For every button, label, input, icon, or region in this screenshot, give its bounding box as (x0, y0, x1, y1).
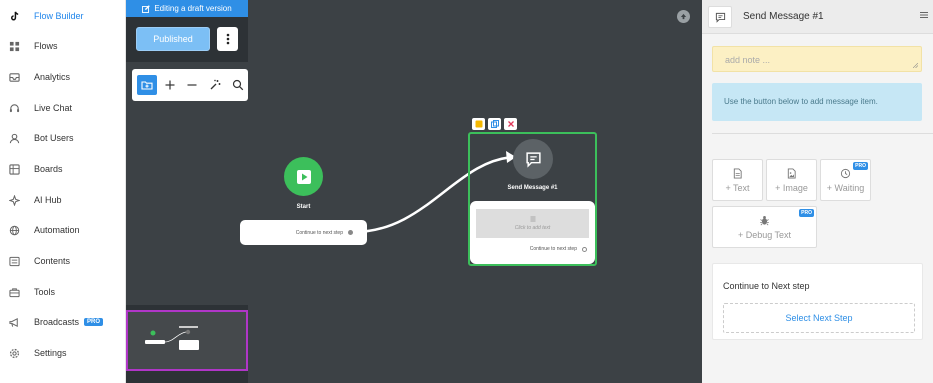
sidebar-item-boards[interactable]: Boards (0, 158, 126, 180)
toolbox-icon (8, 286, 20, 298)
play-icon (296, 169, 311, 184)
sidebar-item-label: Broadcasts (34, 317, 80, 327)
chat-bubble-icon (525, 151, 541, 168)
sidebar-item-live-chat[interactable]: Live Chat (0, 97, 126, 119)
message-node-card: Click to add text Continue to next step (470, 201, 595, 264)
headset-icon (8, 102, 20, 114)
sidebar-item-broadcasts[interactable]: Broadcasts PRO (0, 311, 126, 333)
document-icon (733, 167, 742, 179)
bug-icon (760, 215, 769, 225)
minimap-preview (145, 326, 199, 350)
message-node-title: Send Message #1 (507, 185, 558, 191)
message-continue-label: Continue to next step (529, 246, 577, 252)
sidebar-item-label: Tools (34, 287, 56, 297)
chat-bubble-icon (715, 12, 725, 23)
user-icon (8, 132, 20, 144)
close-icon (507, 121, 514, 127)
minimap-viewport[interactable] (126, 310, 248, 371)
duplicate-node-button[interactable] (488, 118, 501, 130)
divider (712, 133, 933, 134)
sidebar-item-label: Analytics (34, 72, 71, 82)
ai-hub-icon (8, 194, 20, 206)
highlight-node-button[interactable] (472, 118, 485, 130)
next-step-section: Continue to Next step Select Next Step (712, 263, 923, 340)
grid-icon (8, 40, 20, 52)
sidebar-item-label: Flows (34, 41, 58, 51)
add-image-button[interactable]: + Image (766, 159, 817, 201)
pro-badge: PRO (799, 209, 814, 217)
add-waiting-label: + Waiting (826, 182, 865, 193)
sidebar-item-ai-hub[interactable]: AI Hub (0, 189, 126, 211)
gear-icon (8, 347, 20, 359)
message-node-icon (513, 139, 553, 179)
note-placeholder: add note ... (725, 55, 771, 65)
sidebar-item-flow-builder[interactable]: Flow Builder (0, 5, 126, 27)
add-image-label: + Image (775, 182, 808, 193)
add-waiting-button[interactable]: PRO + Waiting (820, 159, 871, 201)
tiktok-icon (8, 10, 20, 22)
inbox-icon (8, 71, 20, 83)
sidebar-item-label: Flow Builder (34, 11, 84, 21)
sidebar-item-label: Contents (34, 256, 71, 266)
output-port[interactable] (348, 230, 353, 235)
pro-badge: PRO (84, 318, 104, 326)
sidebar-item-analytics[interactable]: Analytics (0, 66, 126, 88)
hamburger-icon (920, 12, 928, 18)
note-field[interactable]: add note ... (712, 46, 922, 72)
message-continue-row[interactable]: Continue to next step (530, 246, 587, 252)
start-continue-card[interactable]: Continue to next step (240, 220, 367, 245)
sidebar-item-label: Settings (34, 348, 67, 358)
board-icon (8, 163, 20, 175)
message-type-icon-box (708, 6, 732, 28)
add-debug-text-label: + Debug Text (737, 229, 792, 240)
message-text-item[interactable]: Click to add text (476, 209, 589, 238)
panel-title: Send Message #1 (743, 11, 824, 22)
sidebar-item-label: Automation (34, 225, 80, 235)
output-port[interactable] (582, 246, 587, 252)
panel-header: Send Message #1 (702, 0, 933, 34)
sidebar-item-flows[interactable]: Flows (0, 35, 126, 57)
sidebar-item-tools[interactable]: Tools (0, 281, 126, 303)
sidebar: Flow Builder Flows Analytics Live Chat B… (0, 0, 126, 383)
minimap[interactable] (126, 305, 248, 383)
clock-icon (840, 168, 851, 178)
select-next-step-button[interactable]: Select Next Step (723, 303, 915, 333)
megaphone-icon (8, 316, 20, 328)
highlight-icon (475, 120, 482, 128)
copy-icon (490, 120, 499, 128)
sidebar-item-label: Boards (34, 164, 63, 174)
resize-handle-icon[interactable] (913, 63, 918, 68)
start-label: Start (296, 204, 311, 210)
add-debug-text-button[interactable]: PRO + Debug Text (712, 206, 817, 248)
start-node[interactable] (284, 157, 323, 196)
message-text-placeholder: Click to add text (514, 225, 551, 231)
sidebar-item-contents[interactable]: Contents (0, 250, 126, 272)
image-icon (787, 167, 796, 179)
sidebar-item-bot-users[interactable]: Bot Users (0, 127, 126, 149)
send-message-node[interactable]: Send Message #1 Click to add text Contin… (468, 132, 597, 266)
panel-menu-button[interactable] (920, 11, 928, 21)
sidebar-item-label: AI Hub (34, 195, 62, 205)
next-step-title: Continue to Next step (723, 281, 810, 291)
properties-panel: Send Message #1 add note ... Use the but… (702, 0, 933, 383)
pro-badge: PRO (853, 162, 868, 170)
start-continue-label: Continue to next step (295, 229, 343, 236)
sidebar-item-automation[interactable]: Automation (0, 219, 126, 241)
sidebar-item-label: Bot Users (34, 133, 74, 143)
info-message: Use the button below to add message item… (712, 83, 922, 121)
flow-canvas[interactable]: Editing a draft version Published Start … (126, 0, 702, 383)
sidebar-item-settings[interactable]: Settings (0, 342, 126, 364)
add-text-label: + Text (725, 182, 750, 193)
contents-icon (8, 255, 20, 267)
node-actions (472, 118, 517, 130)
add-text-button[interactable]: + Text (712, 159, 763, 201)
text-lines-icon (530, 216, 535, 222)
sidebar-item-label: Live Chat (34, 103, 73, 113)
globe-icon (8, 224, 20, 236)
delete-node-button[interactable] (504, 118, 517, 130)
